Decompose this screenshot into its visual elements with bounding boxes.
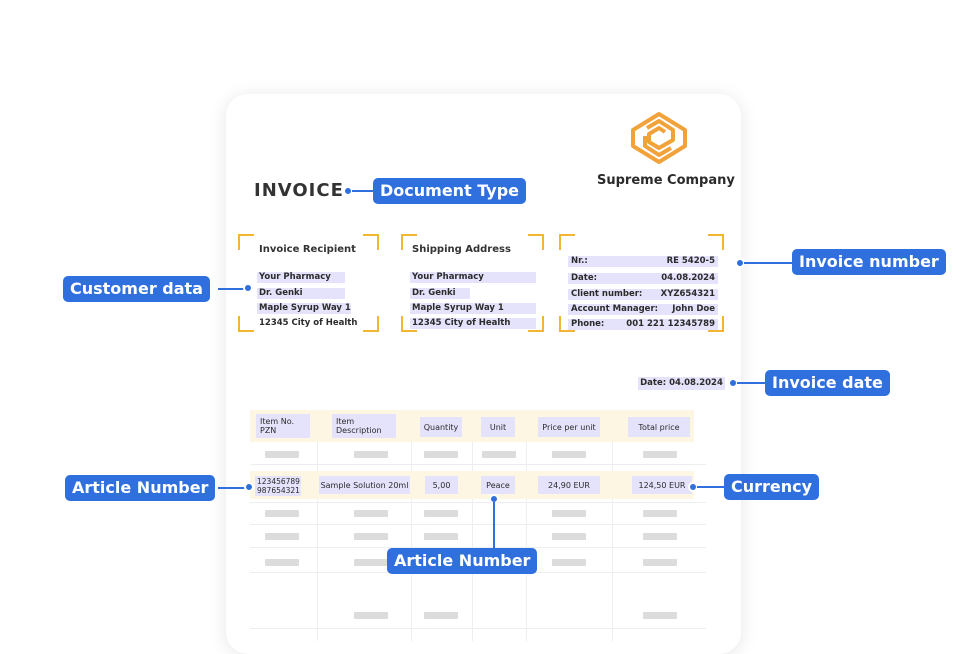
placeholder-bar — [482, 451, 516, 458]
document-title: INVOICE — [254, 180, 344, 201]
placeholder-bar — [552, 451, 586, 458]
shipping-line: Your Pharmacy — [410, 272, 536, 283]
recipient-line: Dr. Genki — [257, 288, 345, 299]
invoice-meta-block: Nr.: RE 5420-5 Date: 04.08.2024 Client num… — [559, 234, 724, 332]
header-price-per-unit: Price per unit — [538, 417, 600, 437]
callout-connector — [744, 262, 792, 264]
shipping-line: Maple Syrup Way 1 — [410, 303, 536, 314]
recipient-block: Invoice Recipient Your Pharmacy Dr. Genk… — [238, 234, 379, 332]
placeholder-bar — [354, 533, 388, 540]
header-item-no: Item No. PZN — [256, 414, 310, 438]
placeholder-bar — [643, 533, 677, 540]
cell-unit: Peace — [481, 476, 515, 494]
placeholder-bar — [424, 510, 458, 517]
callout-dot — [244, 482, 254, 492]
callout-invoice-number: Invoice number — [792, 249, 946, 275]
placeholder-bar — [643, 612, 677, 619]
meta-row-client: Client number: XYZ654321 — [568, 289, 718, 300]
callout-connector — [352, 190, 374, 192]
callout-dot — [243, 283, 253, 293]
placeholder-bar — [643, 510, 677, 517]
cell-item-number: 123456789 987654321 — [255, 476, 301, 496]
placeholder-bar — [643, 559, 677, 566]
table-divider — [250, 628, 706, 629]
invoice-date-chip: Date: 04.08.2024 — [638, 377, 725, 390]
callout-connector — [218, 288, 246, 290]
placeholder-bar — [265, 533, 299, 540]
placeholder-bar — [643, 451, 677, 458]
recipient-line: 12345 City of Health — [259, 318, 358, 328]
meta-row-manager: Account Manager: John Doe — [568, 304, 718, 315]
meta-row-number: Nr.: RE 5420-5 — [568, 256, 718, 267]
callout-article-number: Article Number — [65, 475, 216, 501]
callout-customer-data: Customer data — [63, 276, 210, 302]
header-description: Item Description — [332, 414, 396, 438]
placeholder-bar — [552, 533, 586, 540]
callout-article-number-bottom: Article Number — [387, 548, 538, 574]
meta-row-date: Date: 04.08.2024 — [568, 273, 718, 284]
company-logo-icon — [631, 112, 687, 164]
table-divider — [250, 464, 706, 465]
placeholder-bar — [265, 451, 299, 458]
placeholder-bar — [424, 451, 458, 458]
recipient-line: Maple Syrup Way 1 — [257, 303, 351, 314]
table-divider — [526, 410, 527, 641]
callout-connector — [493, 502, 495, 548]
placeholder-bar — [354, 510, 388, 517]
placeholder-bar — [265, 510, 299, 517]
callout-invoice-date: Invoice date — [765, 370, 890, 396]
table-divider — [612, 410, 613, 641]
shipping-block: Shipping Address Your Pharmacy Dr. Genki… — [401, 234, 544, 332]
cell-price: 24,90 EUR — [538, 476, 600, 494]
recipient-line: Your Pharmacy — [257, 272, 345, 283]
table-divider — [411, 410, 412, 641]
recipient-title: Invoice Recipient — [259, 244, 356, 255]
callout-currency: Currency — [724, 474, 820, 500]
placeholder-bar — [552, 510, 586, 517]
table-divider — [250, 502, 706, 503]
table-divider — [317, 410, 318, 641]
placeholder-bar — [354, 559, 388, 566]
placeholder-bar — [552, 559, 586, 566]
cell-description: Sample Solution 20ml — [319, 476, 410, 494]
callout-connector — [737, 382, 765, 384]
shipping-title: Shipping Address — [412, 244, 511, 255]
header-quantity: Quantity — [420, 417, 462, 437]
header-total-price: Total price — [628, 417, 690, 437]
cell-quantity: 5,00 — [425, 476, 458, 494]
shipping-line: Dr. Genki — [410, 288, 470, 299]
meta-row-phone: Phone: 001 221 12345789 — [568, 319, 718, 330]
placeholder-bar — [424, 612, 458, 619]
table-divider — [472, 410, 473, 641]
placeholder-bar — [265, 559, 299, 566]
callout-connector — [697, 486, 725, 488]
company-name: Supreme Company — [597, 173, 735, 188]
shipping-line: 12345 City of Health — [410, 318, 536, 329]
cell-total: 124,50 EUR — [632, 476, 692, 494]
header-unit: Unit — [481, 417, 515, 437]
callout-document-type: Document Type — [373, 178, 527, 204]
table-divider — [250, 524, 706, 525]
placeholder-bar — [354, 451, 388, 458]
placeholder-bar — [354, 612, 388, 619]
table-row — [250, 471, 694, 499]
placeholder-bar — [424, 533, 458, 540]
